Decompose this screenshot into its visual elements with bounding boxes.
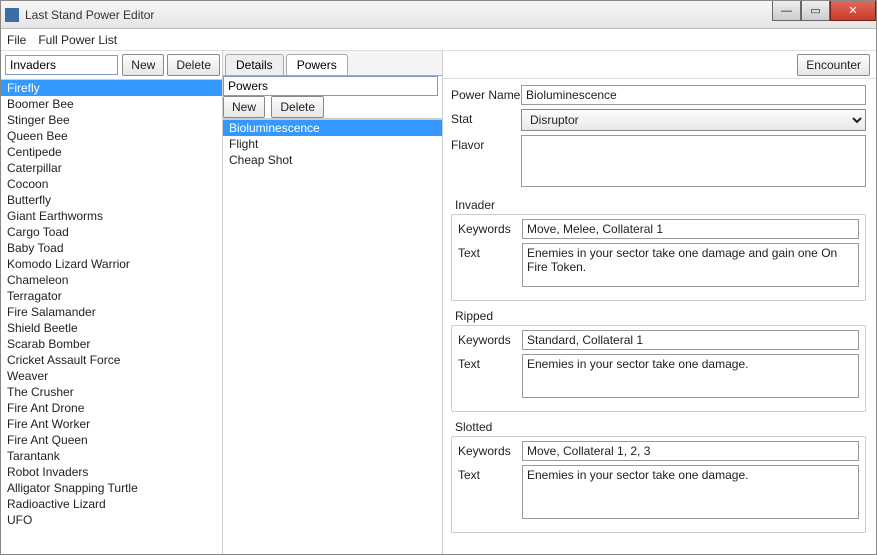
ripped-keywords-label: Keywords — [458, 330, 522, 350]
slotted-group-label: Slotted — [451, 420, 866, 434]
list-item[interactable]: Alligator Snapping Turtle — [1, 480, 222, 496]
list-item[interactable]: Giant Earthworms — [1, 208, 222, 224]
list-item[interactable]: Boomer Bee — [1, 96, 222, 112]
menu-file[interactable]: File — [7, 33, 26, 47]
slotted-text-textarea[interactable] — [522, 465, 859, 519]
slotted-keywords-label: Keywords — [458, 441, 522, 461]
list-item[interactable]: Centipede — [1, 144, 222, 160]
app-icon — [5, 8, 19, 22]
invaders-new-button[interactable]: New — [122, 54, 164, 76]
list-item[interactable]: Scarab Bomber — [1, 336, 222, 352]
list-item[interactable]: Terragator — [1, 288, 222, 304]
powers-header: Powers New Delete — [223, 76, 442, 119]
flavor-textarea[interactable] — [521, 135, 866, 187]
invaders-label: Invaders — [5, 55, 118, 75]
list-item[interactable]: Cricket Assault Force — [1, 352, 222, 368]
power-name-input[interactable] — [521, 85, 866, 105]
list-item[interactable]: Chameleon — [1, 272, 222, 288]
stat-select[interactable]: Disruptor — [521, 109, 866, 131]
slotted-keywords-input[interactable] — [522, 441, 859, 461]
ripped-group: Keywords Text — [451, 325, 866, 412]
list-item[interactable]: Radioactive Lizard — [1, 496, 222, 512]
list-item[interactable]: Shield Beetle — [1, 320, 222, 336]
invaders-header: Invaders New Delete — [1, 51, 222, 79]
list-item[interactable]: Bioluminescence — [223, 120, 442, 136]
invader-text-textarea[interactable] — [522, 243, 859, 287]
list-item[interactable]: Fire Salamander — [1, 304, 222, 320]
ripped-keywords-input[interactable] — [522, 330, 859, 350]
list-item[interactable]: Komodo Lizard Warrior — [1, 256, 222, 272]
invader-group: Keywords Text — [451, 214, 866, 301]
powers-label: Powers — [223, 76, 438, 96]
list-item[interactable]: Robot Invaders — [1, 464, 222, 480]
list-item[interactable]: Stinger Bee — [1, 112, 222, 128]
tab-details[interactable]: Details — [225, 54, 284, 75]
flavor-label: Flavor — [451, 135, 521, 190]
invader-text-label: Text — [458, 243, 522, 290]
invader-keywords-input[interactable] — [522, 219, 859, 239]
ripped-text-textarea[interactable] — [522, 354, 859, 398]
ripped-text-label: Text — [458, 354, 522, 401]
minimize-button[interactable]: — — [772, 1, 801, 21]
list-item[interactable]: Tarantank — [1, 448, 222, 464]
list-item[interactable]: Baby Toad — [1, 240, 222, 256]
list-item[interactable]: Cheap Shot — [223, 152, 442, 168]
list-item[interactable]: Butterfly — [1, 192, 222, 208]
list-item[interactable]: Cocoon — [1, 176, 222, 192]
list-item[interactable]: Weaver — [1, 368, 222, 384]
list-item[interactable]: Queen Bee — [1, 128, 222, 144]
list-item[interactable]: Fire Ant Worker — [1, 416, 222, 432]
list-item[interactable]: Flight — [223, 136, 442, 152]
encounter-button[interactable]: Encounter — [797, 54, 870, 76]
tabs: Details Powers — [223, 51, 442, 75]
powers-list[interactable]: BioluminescenceFlightCheap Shot — [223, 119, 442, 554]
invaders-delete-button[interactable]: Delete — [167, 54, 220, 76]
tab-powers[interactable]: Powers — [286, 54, 348, 75]
ripped-group-label: Ripped — [451, 309, 866, 323]
invader-group-label: Invader — [451, 198, 866, 212]
power-name-label: Power Name — [451, 85, 521, 105]
invaders-list[interactable]: FireflyBoomer BeeStinger BeeQueen BeeCen… — [1, 79, 222, 554]
stat-label: Stat — [451, 109, 521, 131]
app-window: Last Stand Power Editor — ▭ ✕ File Full … — [0, 0, 877, 555]
details-panel: Encounter Power Name Stat Disruptor — [443, 51, 876, 554]
list-item[interactable]: Fire Ant Queen — [1, 432, 222, 448]
list-item[interactable]: Caterpillar — [1, 160, 222, 176]
list-item[interactable]: UFO — [1, 512, 222, 528]
menu-full-power-list[interactable]: Full Power List — [38, 33, 117, 47]
powers-new-button[interactable]: New — [223, 96, 265, 118]
maximize-button[interactable]: ▭ — [801, 1, 830, 21]
menu-bar: File Full Power List — [1, 29, 876, 51]
list-item[interactable]: Firefly — [1, 80, 222, 96]
body: Invaders New Delete FireflyBoomer BeeSti… — [1, 51, 876, 554]
list-item[interactable]: The Crusher — [1, 384, 222, 400]
power-form: Power Name Stat Disruptor Flavor — [443, 79, 876, 554]
invaders-panel: Invaders New Delete FireflyBoomer BeeSti… — [1, 51, 223, 554]
slotted-text-label: Text — [458, 465, 522, 522]
close-button[interactable]: ✕ — [830, 1, 876, 21]
list-item[interactable]: Cargo Toad — [1, 224, 222, 240]
window-title: Last Stand Power Editor — [25, 8, 154, 22]
window-controls: — ▭ ✕ — [772, 1, 876, 21]
details-top-row: Encounter — [443, 51, 876, 79]
powers-delete-button[interactable]: Delete — [271, 96, 324, 118]
invader-keywords-label: Keywords — [458, 219, 522, 239]
slotted-group: Keywords Text — [451, 436, 866, 533]
title-bar: Last Stand Power Editor — ▭ ✕ — [1, 1, 876, 29]
list-item[interactable]: Fire Ant Drone — [1, 400, 222, 416]
center-panel: Details Powers Powers New Delete Biolumi… — [223, 51, 443, 554]
powers-tab-body: Powers New Delete BioluminescenceFlightC… — [223, 75, 442, 554]
